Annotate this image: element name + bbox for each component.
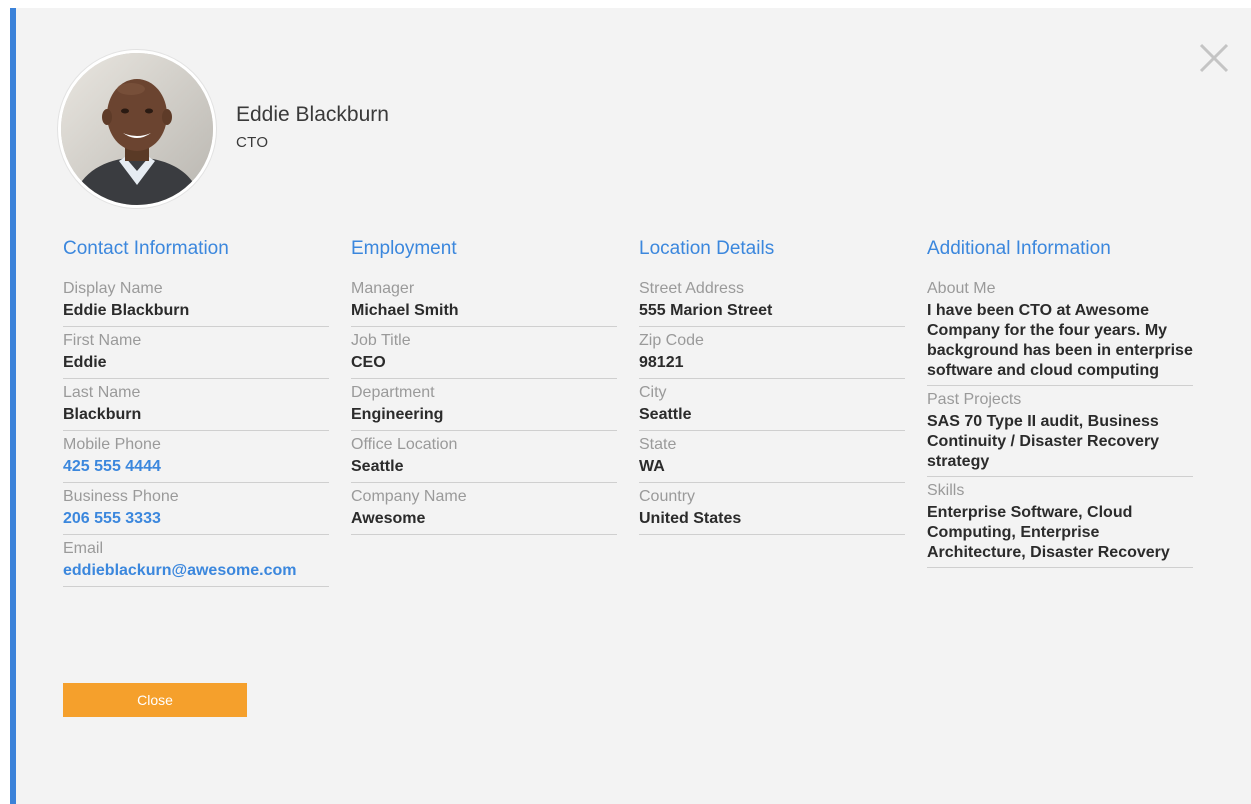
field-city: City Seattle xyxy=(639,382,905,431)
field-label: Past Projects xyxy=(927,391,1022,408)
field-value: SAS 70 Type II audit, Business Continuit… xyxy=(927,413,1160,470)
field-label: Business Phone xyxy=(63,488,179,505)
field-country: Country United States xyxy=(639,486,905,535)
field-business-phone: Business Phone 206 555 3333 xyxy=(63,486,329,535)
field-value: Enterprise Software, Cloud Computing, En… xyxy=(927,504,1170,561)
profile-title: CTO xyxy=(236,134,269,151)
field-label: Office Location xyxy=(351,436,458,453)
close-button[interactable]: Close xyxy=(63,683,247,717)
field-label: Mobile Phone xyxy=(63,436,161,453)
field-value: WA xyxy=(639,458,665,475)
avatar xyxy=(58,50,216,208)
field-value: Seattle xyxy=(351,458,404,475)
field-street-address: Street Address 555 Marion Street xyxy=(639,278,905,327)
section-title: Contact Information xyxy=(63,238,229,259)
field-label: First Name xyxy=(63,332,142,349)
field-value: Awesome xyxy=(351,510,426,527)
field-label: Email xyxy=(63,540,104,557)
employment-section: Employment Manager Michael Smith Job Tit… xyxy=(351,236,617,538)
contact-section: Contact Information Display Name Eddie B… xyxy=(63,236,329,590)
field-mobile-phone: Mobile Phone 425 555 4444 xyxy=(63,434,329,483)
field-label: State xyxy=(639,436,677,453)
field-company-name: Company Name Awesome xyxy=(351,486,617,535)
additional-section: Additional Information About Me I have b… xyxy=(927,236,1193,571)
business-phone-link[interactable]: 206 555 3333 xyxy=(63,508,329,530)
field-value: Seattle xyxy=(639,406,692,423)
section-title: Employment xyxy=(351,238,457,259)
profile-dialog: Eddie Blackburn CTO Contact Information … xyxy=(10,8,1251,804)
field-about-me: About Me I have been CTO at Awesome Comp… xyxy=(927,278,1193,386)
section-title: Additional Information xyxy=(927,238,1111,259)
field-value: I have been CTO at Awesome Company for t… xyxy=(927,302,1193,379)
field-value: 555 Marion Street xyxy=(639,302,773,319)
field-label: Last Name xyxy=(63,384,141,401)
close-icon[interactable] xyxy=(1198,42,1230,74)
field-department: Department Engineering xyxy=(351,382,617,431)
profile-photo xyxy=(61,53,213,205)
field-label: Skills xyxy=(927,482,965,499)
field-office-location: Office Location Seattle xyxy=(351,434,617,483)
field-label: City xyxy=(639,384,667,401)
field-job-title: Job Title CEO xyxy=(351,330,617,379)
field-value: Blackburn xyxy=(63,406,142,423)
field-value: Engineering xyxy=(351,406,444,423)
field-label: Manager xyxy=(351,280,415,297)
field-label: Display Name xyxy=(63,280,163,297)
field-state: State WA xyxy=(639,434,905,483)
field-email: Email eddieblackurn@awesome.com xyxy=(63,538,329,587)
field-first-name: First Name Eddie xyxy=(63,330,329,379)
field-past-projects: Past Projects SAS 70 Type II audit, Busi… xyxy=(927,389,1193,477)
field-label: About Me xyxy=(927,280,996,297)
field-value: Michael Smith xyxy=(351,302,459,319)
field-label: Country xyxy=(639,488,696,505)
section-title: Location Details xyxy=(639,238,775,259)
location-section: Location Details Street Address 555 Mari… xyxy=(639,236,905,538)
email-link[interactable]: eddieblackurn@awesome.com xyxy=(63,560,329,582)
field-display-name: Display Name Eddie Blackburn xyxy=(63,278,329,327)
field-label: Street Address xyxy=(639,280,744,297)
field-manager: Manager Michael Smith xyxy=(351,278,617,327)
field-value: CEO xyxy=(351,354,386,371)
field-label: Zip Code xyxy=(639,332,704,349)
field-label: Company Name xyxy=(351,488,467,505)
field-label: Department xyxy=(351,384,435,401)
profile-name: Eddie Blackburn xyxy=(236,103,389,126)
field-last-name: Last Name Blackburn xyxy=(63,382,329,431)
mobile-phone-link[interactable]: 425 555 4444 xyxy=(63,456,329,478)
field-value: United States xyxy=(639,510,742,527)
field-label: Job Title xyxy=(351,332,411,349)
field-value: Eddie xyxy=(63,354,107,371)
field-zip-code: Zip Code 98121 xyxy=(639,330,905,379)
field-value: Eddie Blackburn xyxy=(63,302,190,319)
field-value: 98121 xyxy=(639,354,684,371)
field-skills: Skills Enterprise Software, Cloud Comput… xyxy=(927,480,1193,568)
